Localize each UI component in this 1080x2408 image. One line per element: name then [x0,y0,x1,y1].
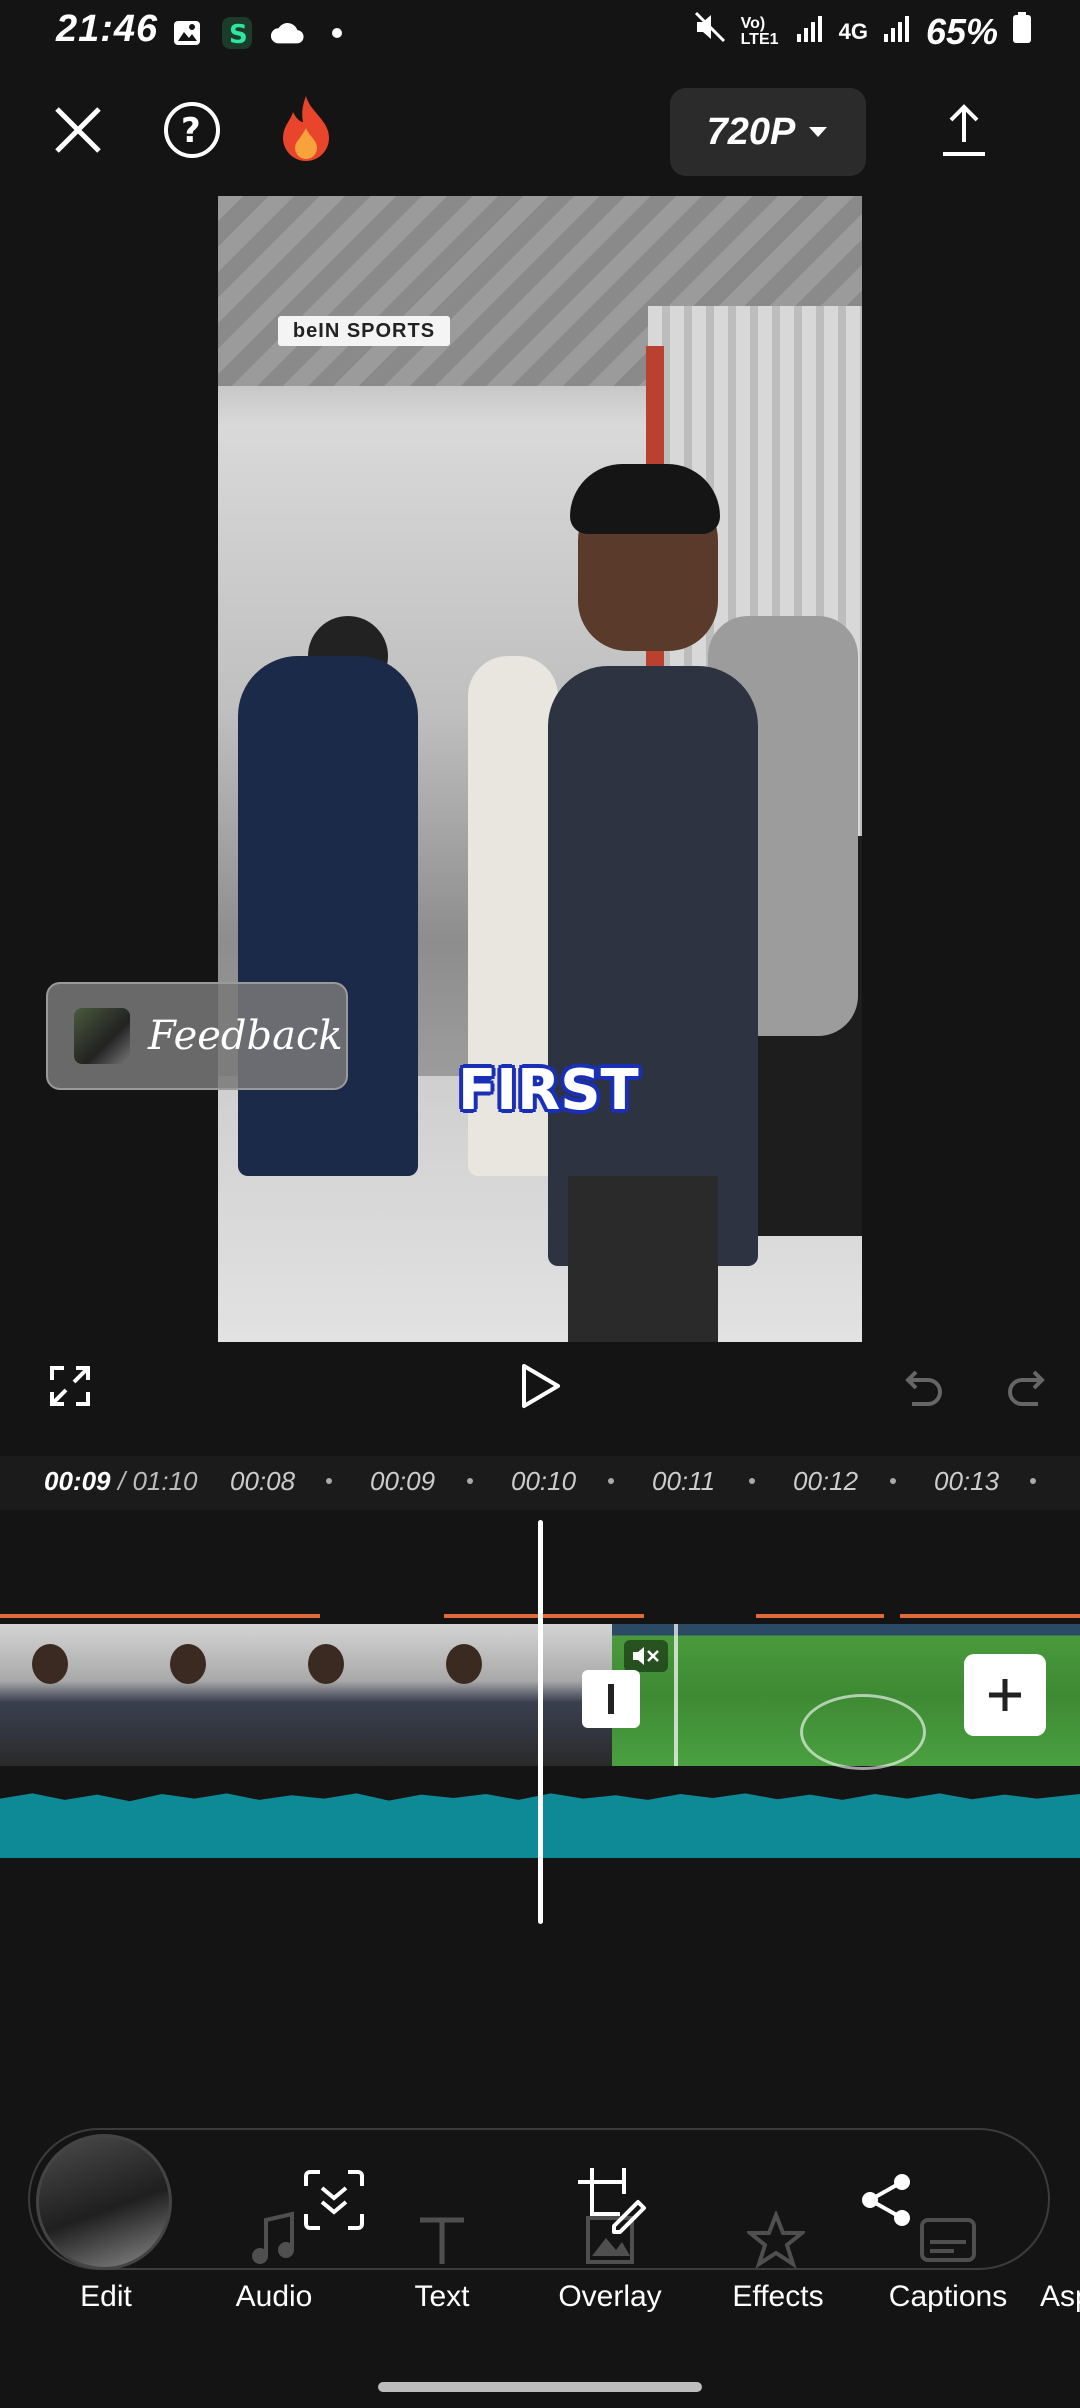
redo-icon [1008,1370,1045,1406]
scene-legs [568,1176,718,1342]
add-clip-button[interactable] [964,1654,1046,1736]
total-time: / 01:10 [118,1466,198,1496]
pitch-circle [800,1694,926,1770]
resolution-label: 720P [706,110,796,153]
status-right: Vo) LTE1 4G 65% [693,10,1032,53]
play-button[interactable] [508,1354,572,1418]
fullscreen-icon [50,1366,90,1406]
time-dot [749,1478,755,1484]
tab-effects[interactable]: Effects [708,2280,848,2314]
time-tick: 00:10 [511,1466,577,1496]
transition-button[interactable] [582,1670,640,1728]
video-preview[interactable]: beIN SPORTS FIRST [218,196,862,1342]
notification-icons: S [170,16,354,50]
mute-icon [693,10,727,53]
app-s-icon: S [220,16,254,50]
time-dot [608,1478,614,1484]
tab-audio[interactable]: Audio [214,2280,334,2314]
time-dot [1030,1478,1036,1484]
flame-icon [283,96,329,161]
time-dot [467,1478,473,1484]
star-icon [736,2200,816,2280]
time-tick: 00:09 [370,1466,436,1496]
clip-frame [118,1624,258,1766]
battery-percent: 65% [925,10,998,52]
premium-button[interactable] [266,88,346,168]
status-time: 21:46 [56,8,159,50]
network-type: 4G [838,18,868,44]
tab-overlay[interactable]: Overlay [540,2280,680,2314]
close-icon [55,107,101,153]
signal-icon [795,11,825,53]
clip-marker [0,1614,320,1618]
tab-text[interactable]: Text [382,2280,502,2314]
home-indicator[interactable] [378,2382,702,2392]
svg-text:?: ? [181,111,201,151]
status-bar: 21:46 S Vo) LTE1 4G 65% [0,0,1080,70]
mute-icon [633,1647,659,1665]
time-tick: 00:08 [230,1466,296,1496]
current-time: 00:09 [44,1466,111,1496]
smart-select-button[interactable] [294,2160,374,2240]
volte-label: Vo) LTE1 [740,14,779,48]
smart-select-icon [304,2170,364,2230]
clip-marker [444,1614,644,1618]
clip-frame [0,1624,120,1766]
clip-frame [394,1624,534,1766]
time-tick: 00:11 [652,1466,716,1496]
scene-hair [570,464,720,534]
time-tick: 00:12 [793,1466,859,1496]
clip-marker [756,1614,884,1618]
time-tick: 00:13 [934,1466,1000,1496]
play-icon [522,1364,560,1408]
cloud-icon [270,16,304,50]
close-button[interactable] [38,90,118,170]
scene-person [238,656,418,1176]
redo-button[interactable] [994,1354,1058,1418]
battery-icon [1012,11,1032,53]
svg-text:S: S [229,20,248,49]
clip-mute-button[interactable] [624,1640,668,1672]
share-icon [862,2174,910,2226]
tab-aspect[interactable]: Asp [1040,2280,1080,2314]
signal-icon-2 [882,11,912,53]
chevron-down-icon [809,127,828,137]
tab-edit[interactable]: Edit [46,2280,166,2314]
share-button[interactable] [846,2160,926,2240]
playhead[interactable] [538,1520,543,1924]
help-icon: ? [164,102,220,158]
tab-captions[interactable]: Captions [876,2280,1020,2314]
undo-button[interactable] [892,1354,956,1418]
help-button[interactable]: ? [152,90,232,170]
upload-icon [943,104,985,156]
caption-overlay[interactable]: FIRST [458,1058,639,1123]
crop-edit-icon [578,2168,646,2234]
text-icon [402,2200,482,2280]
broadcast-logo: beIN SPORTS [278,316,450,346]
feedback-thumbnail [74,1008,130,1064]
fullscreen-button[interactable] [38,1354,102,1418]
crop-edit-button[interactable] [570,2160,650,2240]
export-button[interactable] [924,90,1004,170]
clip-frame [256,1624,396,1766]
transition-icon [608,1684,614,1714]
edit-thumbnail[interactable] [36,2134,172,2270]
dot-icon [320,16,354,50]
time-dot [890,1478,896,1484]
feedback-button[interactable]: Feedback [46,982,348,1090]
video-clip[interactable] [0,1624,612,1766]
pitch-line [674,1624,678,1766]
resolution-select[interactable]: 720P [670,88,866,176]
gallery-icon [170,16,204,50]
feedback-label: Feedback [148,1013,343,1059]
undo-icon [905,1370,942,1406]
time-dot [326,1478,332,1484]
plus-icon [989,1679,1021,1711]
clip-marker [900,1614,1080,1618]
